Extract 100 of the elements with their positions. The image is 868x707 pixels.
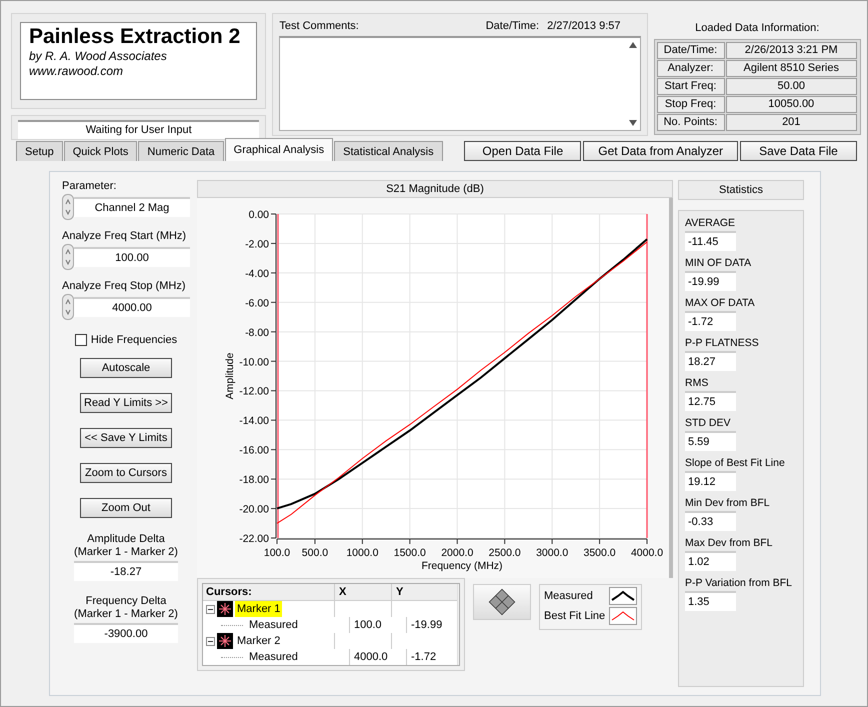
stat-value: 1.02 <box>685 551 736 571</box>
marker-name[interactable]: Marker 2 <box>235 633 282 649</box>
table-cell-text: -1.72 <box>410 650 438 665</box>
table-cell: Stop Freq: <box>656 96 724 113</box>
stat-value: 18.27 <box>685 351 736 371</box>
spinner-icon[interactable] <box>62 194 74 220</box>
datetime-value: 2/27/2013 9:57 <box>547 20 620 34</box>
scroll-down-icon[interactable] <box>628 120 636 126</box>
plot-name: Measured <box>249 650 298 665</box>
tick-label: 1000.0 <box>346 547 378 559</box>
toolbar-button[interactable]: Open Data File <box>464 141 582 161</box>
graph-button[interactable]: << Save Y Limits <box>80 428 172 448</box>
column-header: Y <box>395 585 404 600</box>
tick-label: 1500.0 <box>394 547 426 559</box>
parameter-field[interactable]: Channel 2 Mag <box>74 197 190 217</box>
column-header: Cursors: <box>203 584 335 600</box>
graph-title: S21 Magnitude (dB) <box>197 180 673 198</box>
stat-value: -19.99 <box>685 271 736 291</box>
stat-value: -0.33 <box>685 511 736 531</box>
stat-label: P-P FLATNESS <box>685 337 760 349</box>
table-cell: 50.00 <box>726 78 857 95</box>
tick-label: 2500.0 <box>488 547 521 559</box>
stat-label: AVERAGE <box>685 217 736 229</box>
tick-label: -22.00 <box>239 533 269 545</box>
graph-button[interactable]: Read Y Limits >> <box>80 393 172 413</box>
tick-label: -20.00 <box>239 504 269 516</box>
tick-label: 500.0 <box>302 547 328 559</box>
tick-label: -16.00 <box>239 444 269 457</box>
stat-label: Min Dev from BFL <box>685 497 771 509</box>
scroll-up-icon[interactable] <box>628 42 636 48</box>
app-subtitle: by R. A. Wood Associates <box>29 49 168 64</box>
tab[interactable]: Graphical Analysis <box>224 138 334 161</box>
stat-label: P-P Variation from BFL <box>685 577 793 589</box>
tab[interactable]: Numeric Data <box>138 141 224 161</box>
tick-label: -2.00 <box>245 238 269 250</box>
comments-field[interactable] <box>279 36 640 131</box>
start-freq-field[interactable]: 100.00 <box>74 247 190 267</box>
table-cell: Agilent 8510 Series <box>726 60 857 77</box>
x-axis-title: Frequency (MHz) <box>421 560 503 572</box>
spinner-icon[interactable] <box>62 294 74 320</box>
tab[interactable]: Setup <box>16 141 63 161</box>
graph-button[interactable]: Zoom Out <box>80 498 172 518</box>
tab[interactable]: Quick Plots <box>64 141 138 161</box>
datetime-label: Date/Time: <box>486 20 540 34</box>
legend-label: Best Fit Line <box>544 610 606 622</box>
frequency-delta-field: -3900.00 <box>74 623 178 643</box>
checkbox[interactable] <box>74 334 87 346</box>
table-cell: Date/Time: <box>656 42 724 59</box>
collapse-icon[interactable] <box>206 636 215 646</box>
app-url: www.rawood.com <box>29 64 124 79</box>
diamond-icon <box>487 587 517 617</box>
tick-label: 4000.0 <box>630 547 664 559</box>
marker-icon <box>217 633 233 649</box>
status-field: Waiting for User Input <box>18 120 260 139</box>
stat-label: RMS <box>685 377 710 389</box>
parameter-label: Parameter: <box>62 180 118 192</box>
stat-value: 19.12 <box>685 471 736 491</box>
stat-label: Max Dev from BFL <box>685 537 774 549</box>
statistics-title: Statistics <box>678 180 804 200</box>
stat-value: 5.59 <box>685 431 736 451</box>
legend-swatch-icon <box>609 587 638 605</box>
tick-label: -10.00 <box>239 356 269 368</box>
tick-label: -12.00 <box>239 386 269 398</box>
graph-button[interactable]: Zoom to Cursors <box>80 463 172 483</box>
stop-freq-field[interactable]: 4000.00 <box>74 297 190 317</box>
legend-label: Measured <box>544 590 593 602</box>
stat-value: -11.45 <box>685 231 736 251</box>
tab[interactable]: Statistical Analysis <box>334 141 443 161</box>
marker-name[interactable]: Marker 1 <box>235 601 282 617</box>
scrollbar[interactable] <box>457 584 459 665</box>
table-cell: Analyzer: <box>656 60 724 77</box>
table-cell: 10050.00 <box>726 96 857 113</box>
table-cell-text: -19.99 <box>410 618 444 633</box>
plot-name: Measured <box>249 618 298 633</box>
toolbar-button[interactable]: Save Data File <box>740 141 857 161</box>
spinner-icon[interactable] <box>62 244 74 270</box>
table-cell: Start Freq: <box>656 78 724 95</box>
column-header: X <box>335 584 392 600</box>
toolbar-button[interactable]: Get Data from Analyzer <box>583 141 738 161</box>
tick-label: 0.00 <box>248 209 269 221</box>
graph-palette-button[interactable] <box>473 584 531 620</box>
tick-label: -18.00 <box>239 474 269 486</box>
table-cell: No. Points: <box>656 114 724 131</box>
amplitude-delta-label: Amplitude Delta (Marker 1 - Marker 2) <box>74 533 178 559</box>
collapse-icon[interactable] <box>206 604 215 614</box>
tick-label: -14.00 <box>239 415 269 428</box>
graph-button[interactable]: Autoscale <box>80 358 172 378</box>
tick-label: 100.0 <box>264 547 290 559</box>
start-freq-label: Analyze Freq Start (MHz) <box>62 230 188 242</box>
tick-label: -8.00 <box>245 326 269 339</box>
tick-label: 3500.0 <box>584 547 616 559</box>
stat-label: MAX OF DATA <box>685 297 756 309</box>
stat-value: 1.35 <box>685 591 736 611</box>
table-cell: 2/26/2013 3:21 PM <box>726 42 857 59</box>
stat-label: Slope of Best Fit Line <box>685 457 786 469</box>
stop-freq-label: Analyze Freq Stop (MHz) <box>62 280 186 292</box>
checkbox-label: Hide Frequencies <box>90 334 178 346</box>
table-cell: 4000.0 <box>350 649 407 665</box>
tick-label: -6.00 <box>245 297 269 310</box>
table-cell: 201 <box>726 114 857 131</box>
